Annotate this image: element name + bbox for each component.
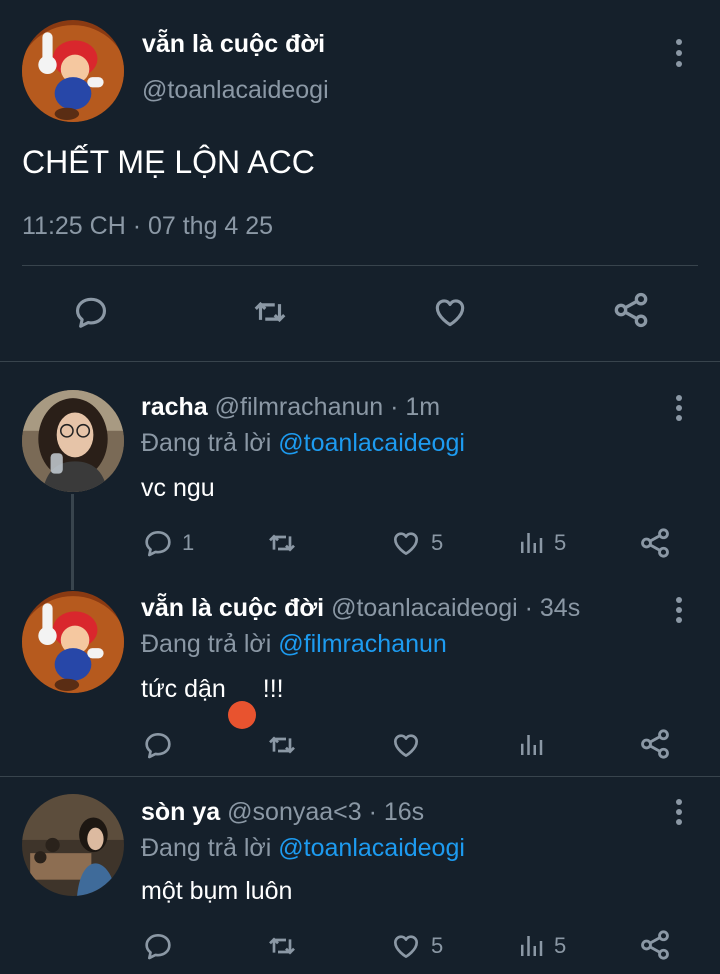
reply-text: tức dận😡 !!! (141, 675, 284, 729)
reply-icon (142, 527, 174, 559)
share-button[interactable] (638, 527, 672, 559)
replying-to-link[interactable]: @filmrachanun (278, 630, 447, 658)
reply-text-suffix: !!! (255, 675, 284, 703)
display-name[interactable]: racha (141, 393, 208, 421)
like-icon (389, 527, 423, 559)
like-button[interactable] (389, 729, 423, 761)
share-icon (611, 290, 651, 330)
thread-line (71, 494, 74, 590)
replying-label: Đang trả lời (141, 834, 272, 862)
share-icon (638, 928, 672, 962)
views-icon (516, 729, 546, 761)
replying-to: Đang trả lời @toanlacaideogi (141, 834, 465, 863)
more-icon[interactable] (671, 597, 687, 625)
tweet-text: CHẾT MẸ LỘN ACC (22, 144, 315, 180)
avatar[interactable] (22, 591, 124, 693)
share-icon (638, 727, 672, 761)
share-button[interactable] (638, 728, 672, 760)
retweet-icon (249, 293, 291, 331)
like-icon (430, 293, 470, 331)
views-button[interactable]: 5 (516, 930, 566, 962)
avatar[interactable] (22, 390, 124, 492)
retweet-button[interactable] (264, 527, 300, 559)
display-name[interactable]: vẵn là cuộc đời (142, 30, 325, 59)
more-icon[interactable] (671, 395, 687, 423)
share-icon (638, 526, 672, 560)
replying-label: Đang trả lời (141, 429, 272, 457)
angry-emoji: 😡 (227, 701, 256, 729)
share-button[interactable] (638, 929, 672, 961)
views-icon (516, 930, 546, 962)
display-name[interactable]: vẵn là cuộc đời (141, 594, 324, 622)
divider (0, 776, 720, 777)
more-icon[interactable] (671, 39, 687, 67)
handle-time[interactable]: @filmrachanun · 1m (215, 393, 440, 421)
reply-button[interactable]: 1 (142, 527, 194, 559)
reply-button[interactable] (142, 930, 174, 962)
replying-to-link[interactable]: @toanlacaideogi (278, 834, 465, 862)
replying-to: Đang trả lời @filmrachanun (141, 630, 447, 659)
view-count: 5 (554, 530, 567, 555)
like-button[interactable]: 5 (389, 527, 443, 559)
replying-to-link[interactable]: @toanlacaideogi (278, 429, 465, 457)
handle-time[interactable]: @toanlacaideogi · 34s (331, 594, 580, 622)
retweet-icon (264, 729, 300, 761)
stats-divider (22, 265, 698, 266)
retweet-icon (264, 527, 300, 559)
reply-count: 1 (182, 530, 195, 555)
share-button[interactable] (611, 294, 651, 326)
retweet-button[interactable] (264, 729, 300, 761)
like-count: 5 (431, 530, 444, 555)
more-icon[interactable] (671, 799, 687, 827)
reply-button[interactable] (72, 296, 110, 328)
reply-text: vc ngu (141, 474, 215, 502)
retweet-icon (264, 930, 300, 962)
avatar[interactable] (22, 794, 124, 896)
like-button[interactable]: 5 (389, 930, 443, 962)
reply-header: vẵn là cuộc đời @toanlacaideogi · 34s (141, 594, 580, 623)
views-button[interactable] (516, 729, 546, 761)
view-count: 5 (554, 933, 567, 958)
divider (0, 361, 720, 362)
retweet-button[interactable] (264, 930, 300, 962)
tweet-timestamp[interactable]: 11:25 CH · 07 thg 4 25 (22, 212, 273, 241)
reply-button[interactable] (142, 729, 174, 761)
reply-text: một bụm luôn (141, 877, 293, 905)
retweet-button[interactable] (249, 296, 291, 328)
reply-header: racha @filmrachanun · 1m (141, 393, 440, 422)
handle-time[interactable]: @sonyaa<3 · 16s (227, 798, 424, 826)
like-count: 5 (431, 933, 444, 958)
reply-header: sòn ya @sonyaa<3 · 16s (141, 798, 424, 827)
display-name[interactable]: sòn ya (141, 798, 220, 826)
reply-icon (142, 930, 174, 962)
reply-icon (142, 729, 174, 761)
replying-label: Đang trả lời (141, 630, 272, 658)
like-button[interactable] (430, 296, 470, 328)
views-icon (516, 527, 546, 559)
reply-icon (72, 293, 110, 331)
handle[interactable]: @toanlacaideogi (142, 76, 329, 105)
like-icon (389, 930, 423, 962)
replying-to: Đang trả lời @toanlacaideogi (141, 429, 465, 458)
views-button[interactable]: 5 (516, 527, 566, 559)
like-icon (389, 729, 423, 761)
reply-text-main: tức dận (141, 675, 226, 703)
avatar[interactable] (22, 20, 124, 122)
